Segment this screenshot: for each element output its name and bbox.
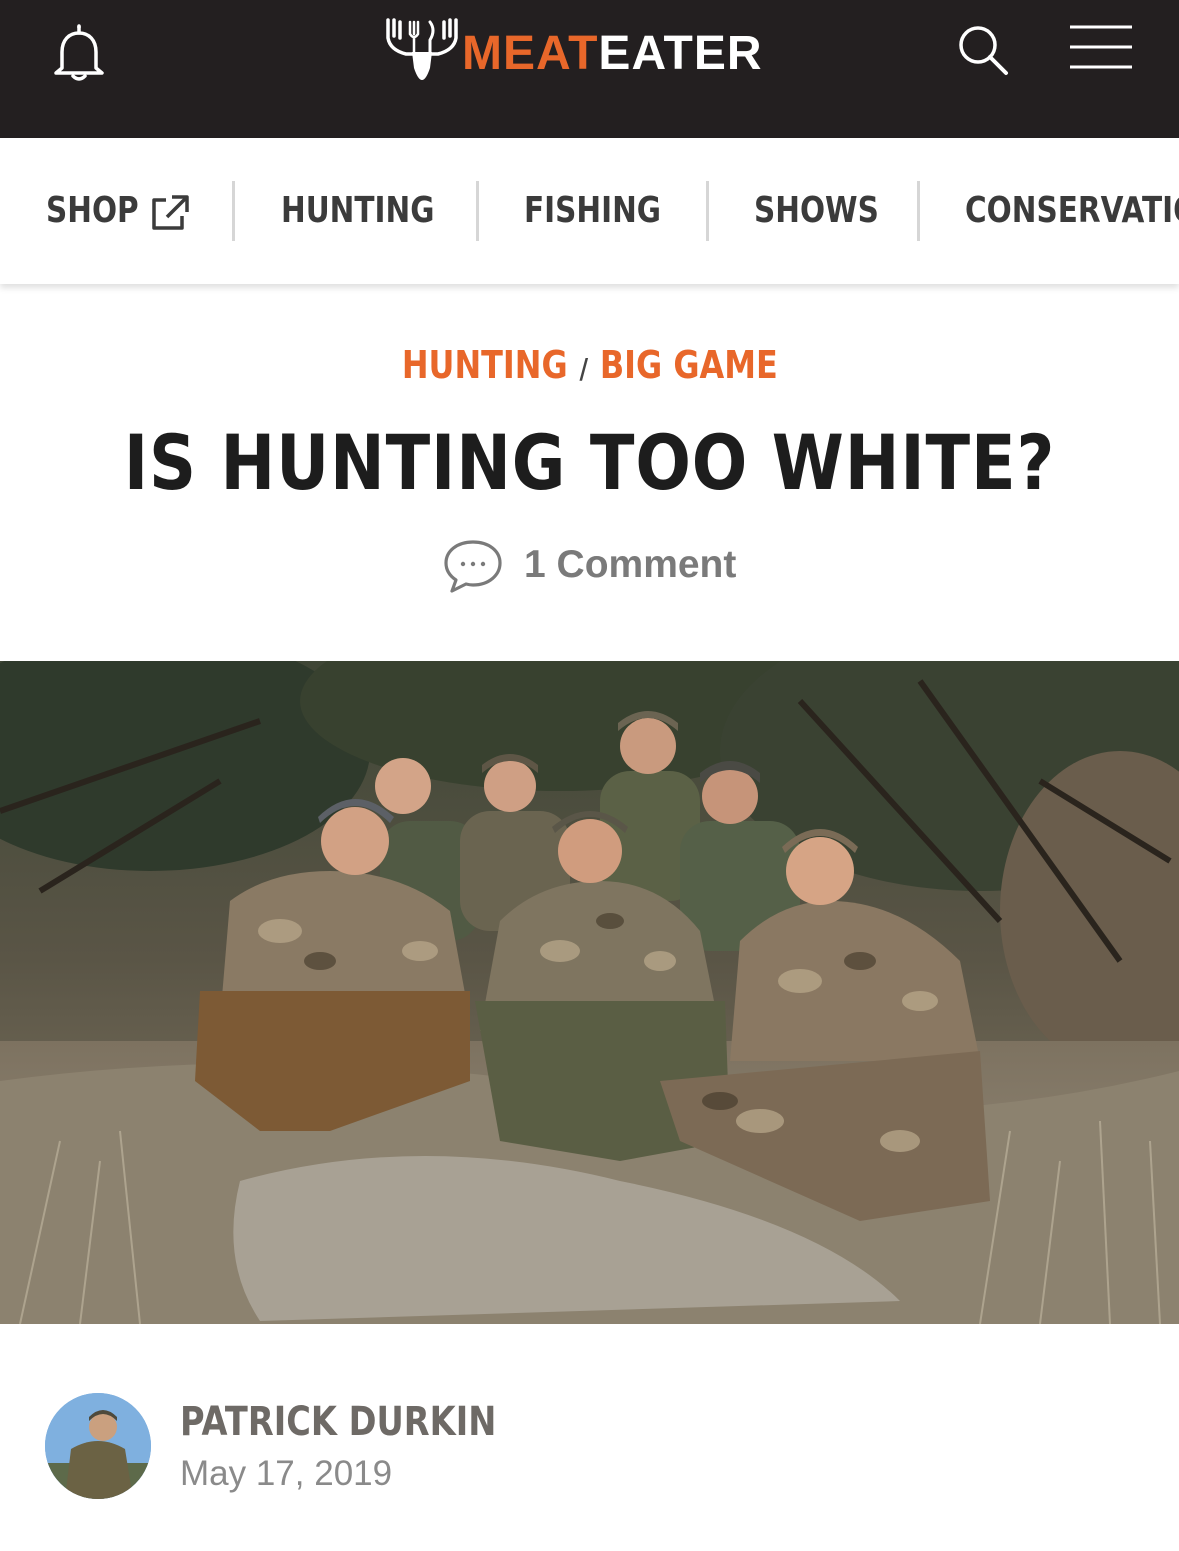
bell-icon[interactable] [48, 22, 110, 82]
nav-item-fishing[interactable]: FISHING [524, 181, 661, 241]
nav-item-conservation[interactable]: CONSERVATION [965, 181, 1179, 241]
nav-item-label: SHOWS [754, 190, 879, 231]
publish-date: May 17, 2019 [180, 1454, 393, 1493]
nav-item-shows[interactable]: SHOWS [754, 181, 879, 241]
nav-item-label: SHOP [46, 190, 139, 231]
top-header: MEATEATER [0, 0, 1179, 138]
menu-icon[interactable] [1066, 22, 1134, 72]
breadcrumb-big-game-link[interactable]: BIG GAME [600, 343, 778, 387]
nav-divider [706, 181, 709, 241]
comment-count: 1 Comment [524, 543, 737, 586]
author-name[interactable]: PATRICK DURKIN [180, 1396, 496, 1448]
nav-divider [917, 181, 920, 241]
nav-item-shop[interactable]: SHOP [46, 181, 139, 241]
search-icon[interactable] [955, 22, 1011, 78]
breadcrumb: HUNTING / BIG GAME [0, 340, 1179, 394]
meateater-logo[interactable]: MEATEATER [384, 16, 804, 86]
nav-divider [476, 181, 479, 241]
nav-item-label: CONSERVATION [965, 190, 1179, 231]
category-nav: SHOP HUNTING FISHING SHOWS CONSERVATION [0, 138, 1179, 284]
logo-wordmark: MEATEATER [462, 27, 763, 80]
nav-item-label: HUNTING [281, 190, 435, 231]
nav-item-label: FISHING [524, 190, 662, 231]
article-title: IS HUNTING TOO WHITE? [123, 418, 1056, 507]
external-link-icon[interactable] [150, 194, 190, 232]
author-photo [45, 1393, 151, 1499]
moose-antler-logo-icon [386, 18, 458, 80]
breadcrumb-separator: / [579, 352, 588, 385]
author-avatar[interactable] [45, 1393, 151, 1499]
breadcrumb-hunting-link[interactable]: HUNTING [401, 343, 567, 387]
nav-divider [232, 181, 235, 241]
speech-bubble-icon [444, 540, 502, 593]
nav-item-hunting[interactable]: HUNTING [281, 181, 434, 241]
hunters-group-photo [0, 661, 1179, 1324]
hero-image [0, 661, 1179, 1324]
